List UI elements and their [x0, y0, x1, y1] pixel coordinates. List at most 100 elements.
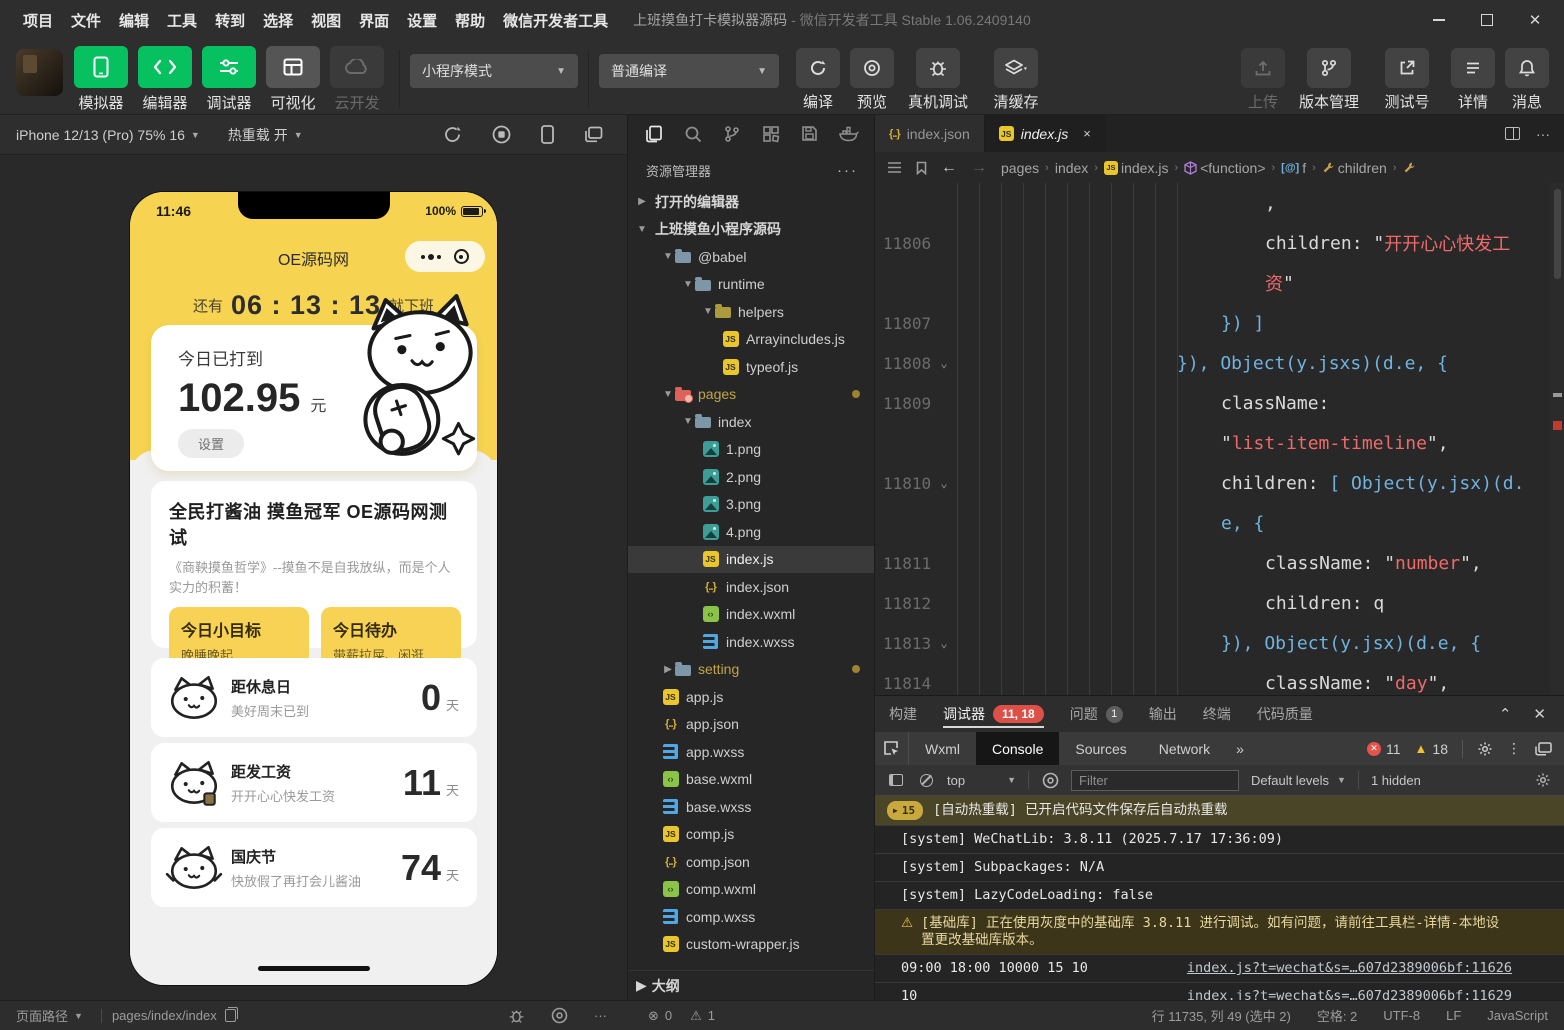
- fold-icon[interactable]: ⌄: [931, 636, 957, 650]
- menu-help[interactable]: 帮助: [446, 10, 494, 31]
- source-link[interactable]: index.js?t=wechat&s=…607d2389006bf:11626: [1187, 960, 1512, 977]
- messages-button[interactable]: 消息: [1501, 46, 1553, 112]
- clear-console-icon[interactable]: [917, 771, 935, 789]
- devtools-tab-console[interactable]: Console: [976, 732, 1060, 765]
- docker-whale-icon[interactable]: [834, 119, 864, 149]
- multi-window-icon[interactable]: [584, 126, 603, 143]
- menu-goto[interactable]: 转到: [206, 10, 254, 31]
- cursor-position[interactable]: 行 11735, 列 49 (选中 2): [1152, 1006, 1291, 1025]
- tree-file[interactable]: base.wxss: [628, 793, 874, 821]
- statusbar-bug-icon[interactable]: [508, 1008, 525, 1024]
- tree-file[interactable]: ‹› comp.wxml: [628, 876, 874, 904]
- menu-edit[interactable]: 编辑: [110, 10, 158, 31]
- maximize-button[interactable]: [1468, 5, 1506, 35]
- files-icon[interactable]: [639, 119, 669, 149]
- fold-icon[interactable]: ⌄: [931, 356, 957, 370]
- live-expression-eye-icon[interactable]: [1041, 771, 1059, 789]
- encoding[interactable]: UTF-8: [1383, 1008, 1420, 1023]
- tree-file[interactable]: 3.png: [628, 491, 874, 519]
- visualization-toggle-button[interactable]: 可视化: [262, 46, 324, 113]
- split-editor-icon[interactable]: [1505, 127, 1520, 140]
- devtools-tab-wxml[interactable]: Wxml: [909, 732, 976, 765]
- console-log-area[interactable]: ▶ 15 [自动热重载] 已开启代码文件保存后自动热重载 [system] WeC…: [875, 796, 1564, 1000]
- tree-file[interactable]: ‹› base.wxml: [628, 766, 874, 794]
- search-icon[interactable]: [678, 119, 708, 149]
- tree-file-index-js[interactable]: JS index.js: [628, 545, 874, 573]
- timeline-card-weekend[interactable]: 距休息日 美好周末已到 0天: [151, 658, 477, 737]
- version-control-button[interactable]: 版本管理: [1291, 46, 1367, 112]
- console-sidebar-icon[interactable]: [887, 771, 905, 789]
- tree-file[interactable]: {..} comp.json: [628, 848, 874, 876]
- compile-mode-select[interactable]: 普通编译 ▼: [599, 54, 779, 88]
- device-frame-icon[interactable]: [541, 125, 554, 144]
- restart-icon[interactable]: [443, 125, 462, 144]
- devtools-tab-sources[interactable]: Sources: [1059, 732, 1142, 765]
- tree-file[interactable]: ‹› index.wxml: [628, 601, 874, 629]
- breadcrumb-item-file[interactable]: JS index.js: [1103, 160, 1168, 176]
- tree-file[interactable]: JS app.js: [628, 683, 874, 711]
- tab-debugger[interactable]: 调试器 11, 18: [943, 696, 1044, 732]
- compile-button[interactable]: 编译: [792, 46, 844, 112]
- group-count-badge[interactable]: ▶ 15: [887, 801, 924, 820]
- clear-cache-button[interactable]: 清缓存: [978, 46, 1054, 112]
- tab-problems[interactable]: 问题 1: [1070, 696, 1123, 732]
- outline-list-icon[interactable]: [887, 161, 902, 174]
- capsule-menu[interactable]: [405, 241, 485, 272]
- editor-toggle-button[interactable]: 编辑器: [134, 46, 196, 113]
- timeline-card-payday[interactable]: 距发工资 开开心心快发工资 11 天: [151, 743, 477, 822]
- tab-build[interactable]: 构建: [889, 696, 917, 732]
- tree-folder-runtime[interactable]: ▼ runtime: [628, 271, 874, 299]
- tree-folder-helpers[interactable]: ▼ helpers: [628, 298, 874, 326]
- problem-counters[interactable]: ⊗ 0 ⚠ 1: [648, 1008, 715, 1024]
- devtools-menu-icon[interactable]: ⋮: [1507, 740, 1521, 757]
- minimize-button[interactable]: [1420, 5, 1458, 35]
- dock-side-icon[interactable]: [1535, 741, 1552, 756]
- back-icon[interactable]: ←: [941, 159, 957, 177]
- editor-more-icon[interactable]: ···: [1536, 126, 1550, 142]
- page-path-label[interactable]: 页面路径: [16, 1006, 68, 1025]
- source-control-icon[interactable]: [717, 119, 747, 149]
- menu-select[interactable]: 选择: [254, 10, 302, 31]
- mode-select[interactable]: 小程序模式 ▼: [410, 54, 578, 88]
- open-editors-section[interactable]: ▶ 打开的编辑器: [628, 188, 874, 216]
- close-button[interactable]: ✕: [1516, 5, 1554, 35]
- settings-button[interactable]: 设置: [178, 429, 245, 458]
- tree-file[interactable]: index.wxss: [628, 628, 874, 656]
- menu-interface[interactable]: 界面: [350, 10, 398, 31]
- devtools-tab-network[interactable]: Network: [1143, 732, 1226, 765]
- console-settings-icon[interactable]: [1534, 771, 1552, 789]
- breadcrumb-item-function[interactable]: <function>: [1184, 160, 1266, 176]
- context-select[interactable]: top ▼: [947, 773, 1016, 788]
- details-button[interactable]: 详情: [1447, 46, 1499, 112]
- code-area[interactable]: , 11806 children: " 开开心心快发工 资 " 11807}) ] 1…: [875, 183, 1564, 695]
- tree-file[interactable]: {..} app.json: [628, 711, 874, 739]
- tab-terminal[interactable]: 终端: [1203, 696, 1231, 732]
- fold-icon[interactable]: ⌄: [931, 476, 957, 490]
- tree-file[interactable]: {..} index.json: [628, 573, 874, 601]
- language-mode[interactable]: JavaScript: [1487, 1008, 1548, 1023]
- tree-folder-index[interactable]: ▼ index: [628, 408, 874, 436]
- close-panel-icon[interactable]: ✕: [1533, 705, 1546, 723]
- indent-setting[interactable]: 空格: 2: [1317, 1006, 1357, 1025]
- source-link[interactable]: index.js?t=wechat&s=…607d2389006bf:11629: [1187, 988, 1512, 1000]
- log-levels-select[interactable]: Default levels ▼: [1251, 773, 1346, 788]
- save-icon[interactable]: [795, 119, 825, 149]
- tab-output[interactable]: 输出: [1149, 696, 1177, 732]
- tree-file[interactable]: 4.png: [628, 518, 874, 546]
- console-filter-input[interactable]: [1071, 769, 1239, 791]
- editor-scrollbar[interactable]: [1550, 183, 1564, 695]
- tree-folder-babel[interactable]: ▼ @babel: [628, 243, 874, 271]
- tree-file[interactable]: JS custom-wrapper.js: [628, 931, 874, 959]
- timeline-card-holiday[interactable]: 国庆节 快放假了再打会儿酱油 74 天: [151, 828, 477, 907]
- test-account-button[interactable]: 测试号: [1369, 46, 1445, 112]
- debugger-toggle-button[interactable]: 调试器: [198, 46, 260, 113]
- tab-index-json[interactable]: {..} index.json: [875, 115, 985, 152]
- bookmark-icon[interactable]: [916, 161, 927, 175]
- warning-counter[interactable]: ▲ 18: [1415, 741, 1448, 757]
- tree-file[interactable]: JS typeof.js: [628, 353, 874, 381]
- copy-path-icon[interactable]: [224, 1006, 239, 1022]
- preview-button[interactable]: 预览: [846, 46, 898, 112]
- tree-file[interactable]: 1.png: [628, 436, 874, 464]
- menu-project[interactable]: 项目: [14, 10, 62, 31]
- breadcrumb-item[interactable]: index: [1055, 160, 1088, 176]
